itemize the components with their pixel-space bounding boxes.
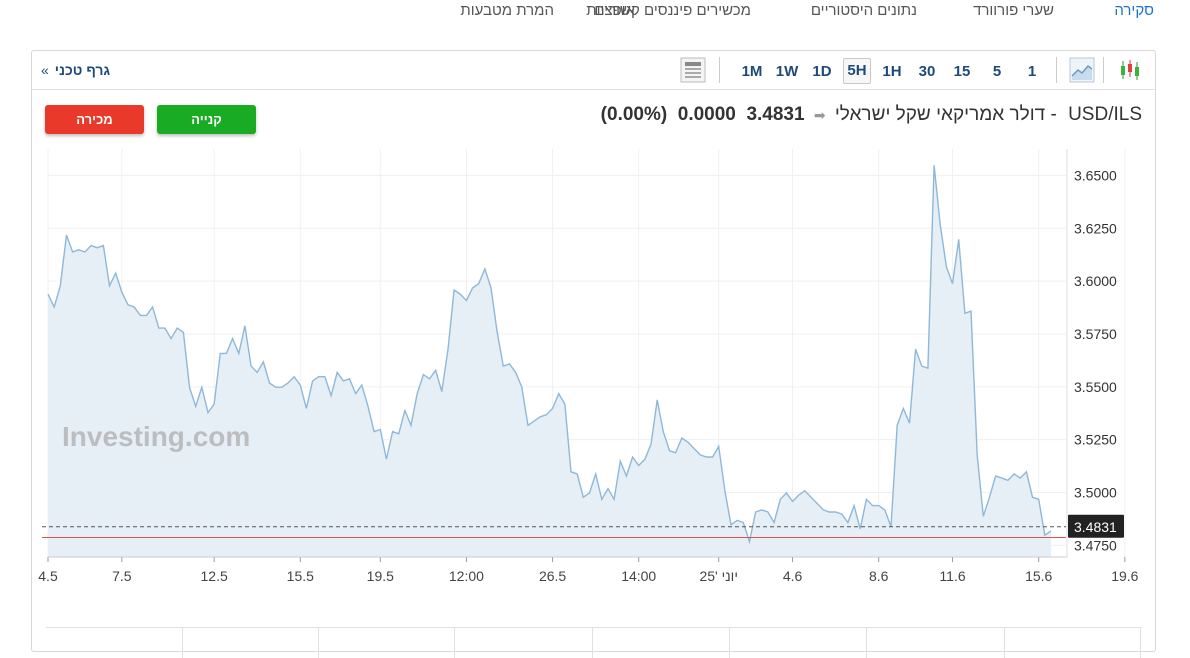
x-tick-label: 4.6 xyxy=(783,568,803,584)
current-price-label: 3.4831 xyxy=(1074,519,1117,535)
x-tick-label: 11.6 xyxy=(939,568,965,584)
y-tick-label: 3.5250 xyxy=(1074,432,1117,448)
nav-overview[interactable]: סקירה xyxy=(1114,2,1154,19)
nav-options[interactable]: אופציות xyxy=(586,2,635,19)
y-tick-label: 3.5000 xyxy=(1074,485,1117,501)
nav-currency-converter[interactable]: המרת מטבעות xyxy=(460,2,554,19)
chart-panel: גרף טכני» 1M 1W 1D 5H 1H 30 15 5 1 מכירה… xyxy=(31,50,1156,658)
x-tick-label: 19.6 xyxy=(1111,568,1138,584)
y-tick-label: 3.6250 xyxy=(1074,220,1117,236)
nav-forward-rates[interactable]: שערי פורוורד xyxy=(973,2,1054,19)
x-tick-label: 7.5 xyxy=(112,568,132,584)
top-navigation: סקירה שערי פורוורד נתונים היסטוריים מכשי… xyxy=(0,0,1190,26)
current-price-label-group: 3.4831 xyxy=(1068,514,1124,538)
y-tick-label: 3.4750 xyxy=(1074,537,1117,553)
x-tick-label: 4.5 xyxy=(38,568,58,584)
x-tick-label: 12:00 xyxy=(449,568,484,584)
y-tick-label: 3.5500 xyxy=(1074,379,1117,395)
x-axis: 4.5 7.5 12.5 15.5 19.5 12:00 26.5 14:00 יוני '25… xyxy=(38,556,1139,584)
x-tick-label: 12.5 xyxy=(201,568,228,584)
y-tick-label: 3.5750 xyxy=(1074,326,1117,342)
x-tick-label: יוני '25 xyxy=(699,568,738,584)
y-tick-label: 3.6000 xyxy=(1074,273,1117,289)
y-tick-label: 3.6500 xyxy=(1074,167,1117,183)
x-tick-label: 26.5 xyxy=(539,568,566,584)
bottom-summary-row xyxy=(46,627,1142,658)
x-tick-label: 15.5 xyxy=(287,568,314,584)
price-chart[interactable]: Investing.com 3.65003.62503.60003.57503.… xyxy=(32,51,1155,611)
x-tick-label: 14:00 xyxy=(621,568,656,584)
nav-historical-data[interactable]: נתונים היסטוריים xyxy=(811,2,917,19)
x-tick-label: 15.6 xyxy=(1025,568,1052,584)
x-tick-label: 8.6 xyxy=(869,568,889,584)
x-tick-label: 19.5 xyxy=(367,568,394,584)
investing-watermark: Investing.com xyxy=(62,421,250,452)
price-area-fill xyxy=(48,165,1051,558)
y-axis: 3.6500 3.6250 3.6000 3.5750 3.5500 3.5250 3.50… xyxy=(1066,149,1117,557)
